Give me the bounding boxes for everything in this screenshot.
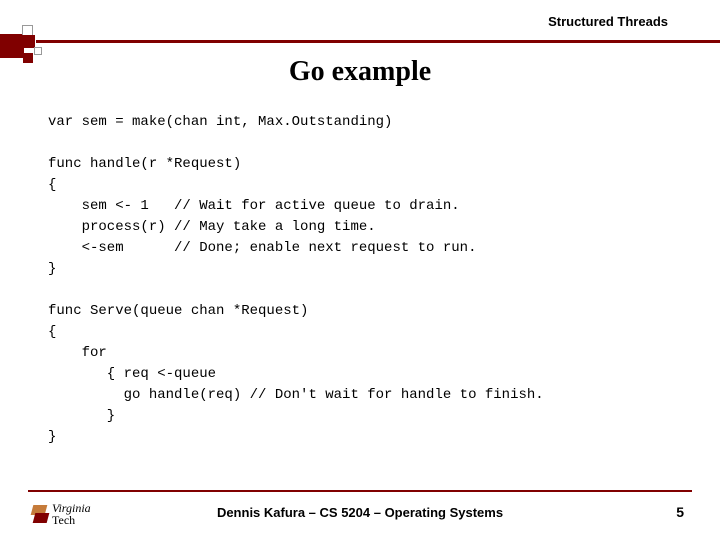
code-line: var sem = make(chan int, Max.Outstanding…: [48, 114, 392, 130]
code-line: for: [48, 345, 107, 361]
code-line: func handle(r *Request): [48, 156, 241, 172]
code-line: }: [48, 261, 56, 277]
header-rule: [36, 40, 720, 43]
header-label: Structured Threads: [548, 14, 668, 29]
code-line: go handle(req) // Don't wait for handle …: [48, 387, 544, 403]
code-block: var sem = make(chan int, Max.Outstanding…: [48, 112, 680, 448]
page-number: 5: [676, 504, 684, 520]
code-line: {: [48, 324, 56, 340]
footer-text: Dennis Kafura – CS 5204 – Operating Syst…: [0, 505, 720, 520]
code-line: { req <-queue: [48, 366, 216, 382]
code-line: {: [48, 177, 56, 193]
slide-title: Go example: [0, 56, 720, 88]
footer-rule: [28, 490, 692, 492]
code-line: func Serve(queue chan *Request): [48, 303, 308, 319]
code-line: }: [48, 408, 115, 424]
code-line: <-sem // Done; enable next request to ru…: [48, 240, 476, 256]
code-line: sem <- 1 // Wait for active queue to dra…: [48, 198, 460, 214]
code-line: process(r) // May take a long time.: [48, 219, 376, 235]
code-line: }: [48, 429, 56, 445]
